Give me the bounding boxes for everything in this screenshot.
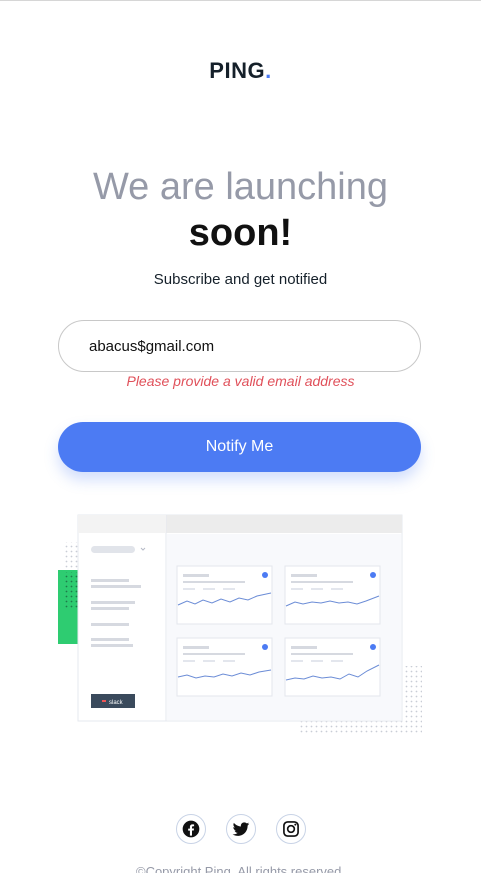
dashboard-illustration-graphic: slack [58, 514, 422, 734]
facebook-link[interactable] [175, 814, 206, 844]
twitter-icon [232, 822, 249, 836]
email-value: abacus$gmail.com [89, 337, 215, 355]
headline-light: We are launching [92, 166, 389, 208]
email-field[interactable]: abacus$gmail.com [58, 320, 421, 372]
twitter-link[interactable] [225, 814, 256, 844]
copyright-text: ©Copyright Ping. All rights reserved. [135, 864, 345, 873]
notify-me-button[interactable]: Notify Me [58, 422, 421, 472]
instagram-icon [282, 821, 299, 837]
instagram-link[interactable] [275, 814, 306, 844]
email-error-message: Please provide a valid email address [126, 373, 355, 389]
logo-text: PING [209, 58, 266, 83]
logo-dot: . [265, 58, 272, 83]
top-divider [0, 0, 481, 1]
social-links [0, 814, 481, 844]
ping-logo: PING. [0, 58, 481, 84]
page-headline: We are launching soon! [0, 164, 481, 256]
subtitle: Subscribe and get notified [153, 271, 328, 288]
slack-badge: slack [109, 700, 124, 706]
facebook-icon [182, 820, 199, 838]
headline-bold: soon! [188, 212, 293, 254]
dashboard-illustration: slack [55, 510, 425, 740]
